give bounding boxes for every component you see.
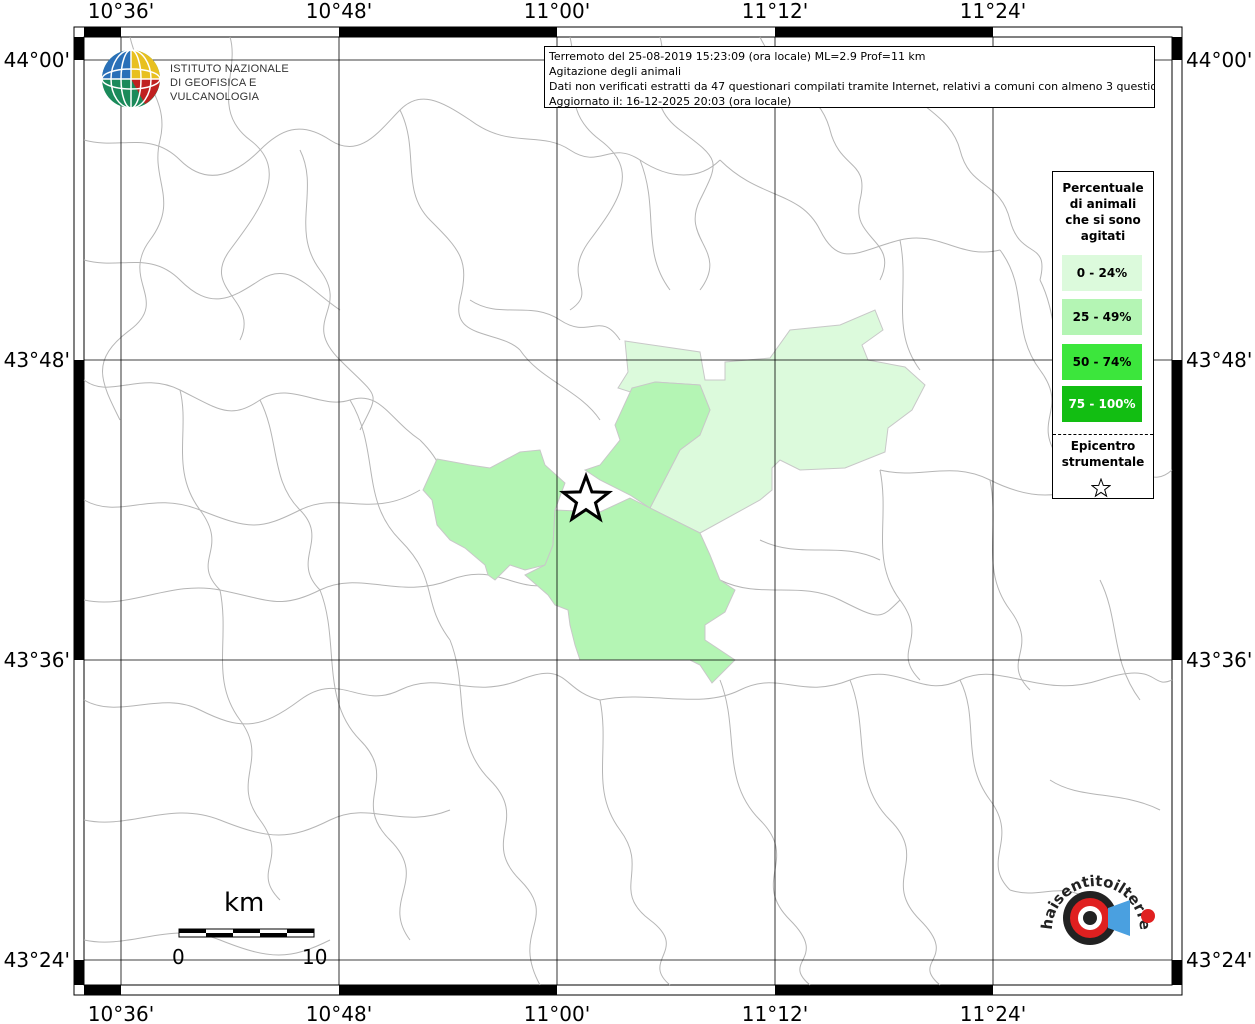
legend-title-line: Percentuale bbox=[1062, 181, 1144, 195]
scale-min: 0 bbox=[172, 945, 185, 969]
lat-label-left-4: 43°24' bbox=[4, 948, 70, 972]
legend: Percentuale di animali che si sono agita… bbox=[1052, 171, 1154, 499]
legend-title-line: agitati bbox=[1080, 229, 1126, 243]
legend-epicenter-line: strumentale bbox=[1061, 455, 1145, 469]
info-box: Terremoto del 25-08-2019 15:23:09 (ora l… bbox=[544, 46, 1155, 108]
scale-bar: km 0 10 bbox=[168, 888, 338, 978]
lon-label-bottom-5: 11°24' bbox=[960, 1002, 1026, 1024]
target-logo-icon: haisentitoilterremoto.it www. bbox=[1022, 852, 1155, 945]
legend-item-75-100: 75 - 100% bbox=[1062, 386, 1142, 422]
lon-label-top-5: 11°24' bbox=[960, 0, 1026, 23]
legend-separator bbox=[1053, 434, 1153, 435]
legend-item-25-49: 25 - 49% bbox=[1062, 299, 1142, 335]
lon-label-top-4: 11°12' bbox=[742, 0, 808, 23]
scale-ruler bbox=[178, 928, 315, 938]
logo-line-2: DI GEOFISICA E VULCANOLOGIA bbox=[170, 77, 260, 103]
info-line-source: Dati non verificati estratti da 47 quest… bbox=[549, 80, 1155, 93]
legend-item-50-74: 50 - 74% bbox=[1062, 344, 1142, 380]
lat-label-left-3: 43°36' bbox=[4, 648, 70, 672]
legend-title: Percentuale di animali che si sono agita… bbox=[1053, 180, 1153, 244]
lon-label-top-2: 10°48' bbox=[306, 0, 372, 23]
lat-label-left-1: 44°00' bbox=[4, 48, 70, 72]
legend-title-line: di animali bbox=[1069, 197, 1137, 211]
lon-label-bottom-3: 11°00' bbox=[524, 1002, 590, 1024]
legend-item-0-24: 0 - 24% bbox=[1062, 255, 1142, 291]
legend-epicenter-label: Epicentro strumentale bbox=[1053, 438, 1153, 470]
ingv-logo: ISTITUTO NAZIONALE DI GEOFISICA E VULCAN… bbox=[100, 48, 315, 112]
lat-label-right-2: 43°48' bbox=[1186, 348, 1252, 372]
lon-label-bottom-2: 10°48' bbox=[306, 1002, 372, 1024]
logo-line-1: ISTITUTO NAZIONALE bbox=[170, 63, 289, 75]
info-line-updated: Aggiornato il: 16-12-2025 20:03 (ora loc… bbox=[549, 95, 792, 108]
lon-label-bottom-4: 11°12' bbox=[742, 1002, 808, 1024]
lon-label-top-3: 11°00' bbox=[524, 0, 590, 23]
hsl-logo: haisentitoilterremoto.it www. bbox=[1022, 852, 1165, 978]
lat-label-right-4: 43°24' bbox=[1186, 948, 1252, 972]
info-line-topic: Agitazione degli animali bbox=[549, 65, 682, 78]
lat-label-right-3: 43°36' bbox=[1186, 648, 1252, 672]
info-line-event: Terremoto del 25-08-2019 15:23:09 (ora l… bbox=[549, 50, 926, 63]
legend-epicenter-line: Epicentro bbox=[1070, 439, 1136, 453]
lon-label-bottom-1: 10°36' bbox=[88, 1002, 154, 1024]
lat-label-left-2: 43°48' bbox=[4, 348, 70, 372]
legend-star-icon bbox=[1091, 478, 1111, 498]
legend-title-line: che si sono bbox=[1065, 213, 1141, 227]
globe-icon bbox=[101, 49, 161, 109]
lon-label-top-1: 10°36' bbox=[88, 0, 154, 23]
lat-label-right-1: 44°00' bbox=[1186, 48, 1252, 72]
scale-unit: km bbox=[224, 888, 265, 918]
scale-max: 10 bbox=[302, 945, 328, 969]
